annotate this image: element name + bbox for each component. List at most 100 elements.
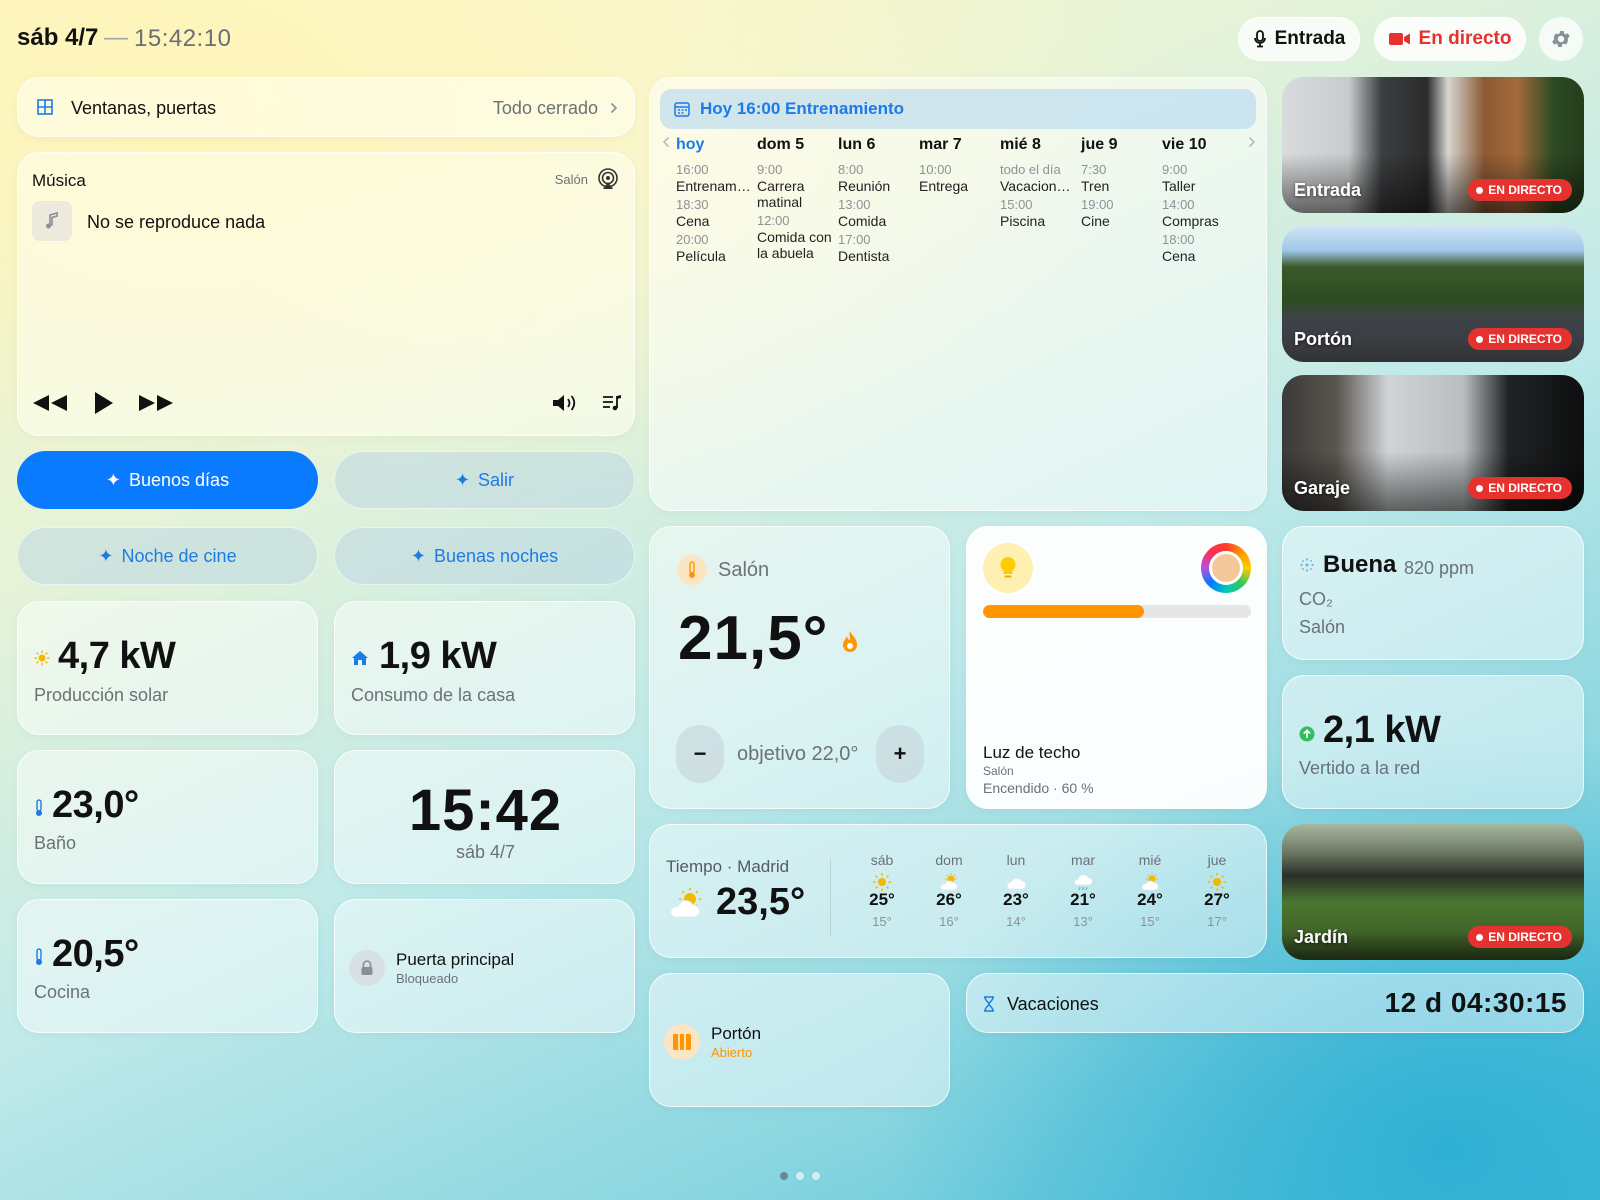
flame-icon [843,631,857,652]
co2-quality: Buena [1323,551,1397,578]
calendar-event-title[interactable]: Tren [1081,178,1161,194]
light-name: Luz de techo [983,743,1081,762]
calendar-day-column[interactable]: jue 9 7:30 Tren 19:00 Cine [1081,136,1161,232]
scene-good-night-button[interactable]: ✦ Buenas noches [334,527,635,585]
calendar-day-column[interactable]: dom 5 9:00 Carrera matinal 12:00 Comida con … [757,136,837,264]
brightness-slider[interactable] [983,605,1251,618]
camera-garage-tile[interactable]: Garaje EN DIRECTO [1282,375,1584,511]
calendar-event-title[interactable]: Cine [1081,213,1161,229]
kitchen-temperature-card[interactable]: 20,5° Cocina [17,899,318,1033]
calendar-event-title[interactable]: Compras [1162,213,1242,229]
weather-current-temperature: 23,5° [716,881,806,923]
thermostat-decrease-button[interactable]: − [676,725,724,783]
front-door-lock-card[interactable]: Puerta principal Bloqueado [334,899,635,1033]
thermostat-card[interactable]: Salón 21,5° − objetivo 22,0° + [649,526,950,809]
calendar-event-title[interactable]: Vacacion… [1000,178,1080,194]
calendar-day-column[interactable]: vie 10 9:00 Taller 14:00 Compras 18:00 Cena [1162,136,1242,267]
lock-title: Puerta principal [396,950,515,969]
gear-icon [1552,31,1570,47]
page-indicator-dot-active[interactable] [780,1172,788,1180]
co2-card[interactable]: Buena 820 ppm CO₂ Salón [1282,526,1584,660]
music-room: Salón [554,172,588,187]
scene-movie-night-button[interactable]: ✦ Noche de cine [17,527,318,585]
light-toggle-button[interactable] [983,543,1033,593]
thermostat-increase-button[interactable]: + [876,725,924,783]
calendar-day-label: vie 10 [1162,136,1207,153]
calendar-day-column[interactable]: hoy 16:00 Entrenam… 18:30 Cena 20:00 Película [676,136,756,267]
forecast-day: lun 23° 14° [991,852,1041,929]
rewind-icon[interactable] [32,393,68,413]
ceiling-light-card[interactable]: Luz de techo Salón Encendido · 60 % [966,526,1267,809]
sun-icon [1208,873,1226,891]
calendar-event-title[interactable]: Cena [1162,248,1242,264]
calendar-event-time: 7:30 [1081,162,1107,177]
scene-good-morning-button[interactable]: ✦ Buenos días [17,451,318,509]
chevron-left-icon[interactable] [662,136,670,148]
volume-icon[interactable] [552,393,578,413]
live-badge: EN DIRECTO [1468,477,1572,499]
light-room: Salón [983,764,1014,778]
page-indicator-dot[interactable] [812,1172,820,1180]
play-icon[interactable] [94,391,114,415]
sun-icon [34,650,50,666]
video-camera-icon [1388,33,1410,45]
queue-icon[interactable] [602,393,622,413]
forecast-day-label: lun [1006,852,1026,868]
fast-forward-icon[interactable] [138,393,174,413]
co2-value: 820 ppm [1404,558,1475,578]
color-picker-button[interactable] [1201,543,1251,593]
thermometer-icon [36,948,42,965]
forecast-day-label: sáb [870,852,894,868]
window-icon [37,99,53,115]
calendar-event-time: 16:00 [676,162,709,177]
forecast-low: 13° [1073,914,1093,929]
camera-entrance-tile[interactable]: Entrada EN DIRECTO [1282,77,1584,213]
forecast-high: 26° [936,890,962,909]
calendar-event-title[interactable]: Carrera matinal [757,178,837,210]
calendar-event-title[interactable]: Piscina [1000,213,1080,229]
camera-gate-tile[interactable]: Portón EN DIRECTO [1282,226,1584,362]
grid-export-card[interactable]: 2,1 kW Vertido a la red [1282,675,1584,809]
live-badge: EN DIRECTO [1468,926,1572,948]
vacation-countdown-card[interactable]: Vacaciones 12 d 04:30:15 [966,973,1584,1033]
solar-production-card[interactable]: 4,7 kW Producción solar [17,601,318,735]
calendar-event-title[interactable]: Dentista [838,248,918,264]
gate-card[interactable]: Portón Abierto [649,973,950,1107]
calendar-event-title[interactable]: Taller [1162,178,1242,194]
airplay-audio-icon[interactable] [596,167,620,191]
sparkle-icon: ✦ [105,469,121,490]
forecast-day: sáb 25° 15° [857,852,907,929]
calendar-event-title[interactable]: Película [676,248,756,264]
calendar-event-title[interactable]: Cena [676,213,756,229]
entry-intercom-label: Entrada [1274,28,1346,49]
page-indicator-dot[interactable] [796,1172,804,1180]
chevron-right-icon[interactable] [1248,136,1256,148]
forecast-high: 25° [869,890,895,909]
calendar-event-title[interactable]: Comida [838,213,918,229]
calendar-day-column[interactable]: mar 7 10:00 Entrega [919,136,999,197]
calendar-day-column[interactable]: lun 6 8:00 Reunión 13:00 Comida 17:00 Dentista [838,136,918,267]
entry-intercom-button[interactable]: Entrada [1238,17,1360,61]
camera-garden-tile[interactable]: Jardín EN DIRECTO [1282,824,1584,960]
calendar-event-title[interactable]: Entrega [919,178,999,194]
bathroom-temperature-card[interactable]: 23,0° Baño [17,750,318,884]
calendar-event-time: 13:00 [838,197,871,212]
settings-button[interactable] [1539,17,1583,61]
live-view-button[interactable]: En directo [1374,17,1526,61]
calendar-event-time: 18:30 [676,197,709,212]
calendar-event-time: 17:00 [838,232,871,247]
windows-doors-card[interactable]: Ventanas, puertas Todo cerrado [17,77,635,137]
home-consumption-card[interactable]: 1,9 kW Consumo de la casa [334,601,635,735]
live-badge: EN DIRECTO [1468,179,1572,201]
scene-leave-button[interactable]: ✦ Salir [334,451,635,509]
kitchen-temperature-value: 20,5° [52,933,139,975]
calendar-day-column[interactable]: mié 8 todo el día Vacacion… 15:00 Piscina [1000,136,1080,232]
co2-label: CO₂ [1299,589,1333,609]
calendar-banner[interactable]: Hoy 16:00 Entrenamiento [660,89,1256,129]
calendar-event-title[interactable]: Reunión [838,178,918,194]
calendar-event-title[interactable]: Entrenam… [676,178,756,194]
thermostat-temperature: 21,5° [678,604,829,673]
calendar-event-title[interactable]: Comida con la abuela [757,229,837,261]
cloud-icon [1006,878,1026,890]
forecast-high: 23° [1003,890,1029,909]
